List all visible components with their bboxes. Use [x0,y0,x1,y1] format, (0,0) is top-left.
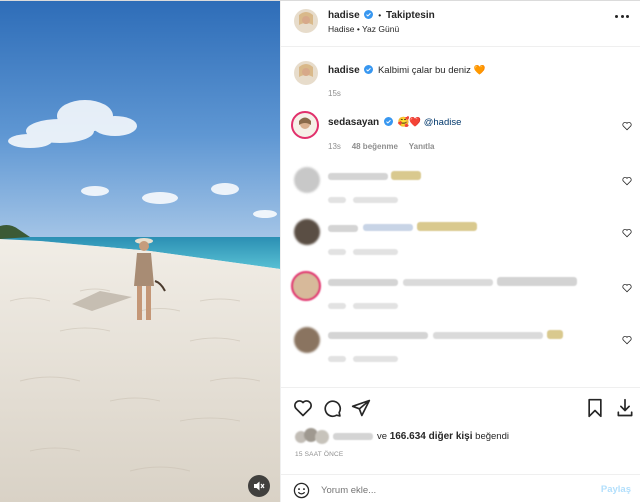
post-location[interactable]: Hadise • Yaz Günü [328,24,399,34]
post-header: hadise • Takiptesin Hadise • Yaz Günü [281,1,640,47]
header-separator: • [378,10,382,20]
post-timestamp[interactable]: 15 SAAT ÖNCE [295,451,343,458]
comment-input[interactable] [321,482,571,498]
post-comment-button[interactable]: Paylaş [601,484,631,495]
comment-emojis: 🥰❤️ [397,117,422,128]
reply-button[interactable]: Yanıtla [409,142,435,151]
caption-time[interactable]: 15s [328,89,341,98]
comment-form: Paylaş [281,474,640,502]
verified-badge-icon [364,10,374,19]
post-video[interactable] [0,1,280,502]
comment-likes-count[interactable]: 48 beğenme [352,142,398,151]
comment-mention[interactable]: @hadise [424,117,462,128]
blurred-avatar [294,327,320,353]
blurred-liker-name [333,433,373,440]
smiley-icon[interactable] [293,482,310,499]
verified-badge-icon [383,117,393,126]
comment-like-icon[interactable] [622,283,632,293]
likes-prefix: ve [377,431,388,442]
audio-toggle-button[interactable] [248,475,270,497]
comment-icon[interactable] [322,398,342,418]
caption-heart-emoji: 🧡 [473,65,486,76]
post-actions-section: ve 166.634 diğer kişi beğendi 15 SAAT ÖN… [281,387,640,502]
author-avatar[interactable] [294,9,318,33]
commenter-username[interactable]: sedasayan [328,117,379,128]
likers-avatars[interactable] [295,428,331,444]
more-options-icon[interactable] [615,15,629,19]
comment-time[interactable]: 13s [328,142,341,151]
comment-like-icon[interactable] [622,335,632,345]
muted-speaker-icon [254,481,265,491]
caption-username[interactable]: hadise [328,65,360,76]
paper-plane-icon[interactable] [351,398,371,418]
comment-like-icon[interactable] [622,228,632,238]
commenter-avatar[interactable] [291,111,319,139]
blurred-avatar [291,271,321,301]
likes-suffix: beğendi [475,431,509,442]
bookmark-icon[interactable] [586,398,604,418]
download-icon[interactable] [616,398,634,418]
follow-status[interactable]: Takiptesin [386,10,435,21]
comment-like-icon[interactable] [622,121,632,131]
blurred-avatar [294,167,320,193]
heart-outline-icon[interactable] [293,398,313,418]
likes-count[interactable]: 166.634 diğer kişi [390,431,473,442]
post-details-panel: hadise • Takiptesin Hadise • Yaz Günü ha… [280,1,640,502]
author-username[interactable]: hadise [328,10,360,21]
verified-badge-icon [364,65,374,74]
beach-video-frame [0,1,280,502]
blurred-avatar [294,219,320,245]
caption-avatar[interactable] [294,61,318,85]
caption-text: Kalbimi çalar bu deniz [377,65,471,76]
comment-like-icon[interactable] [622,176,632,186]
